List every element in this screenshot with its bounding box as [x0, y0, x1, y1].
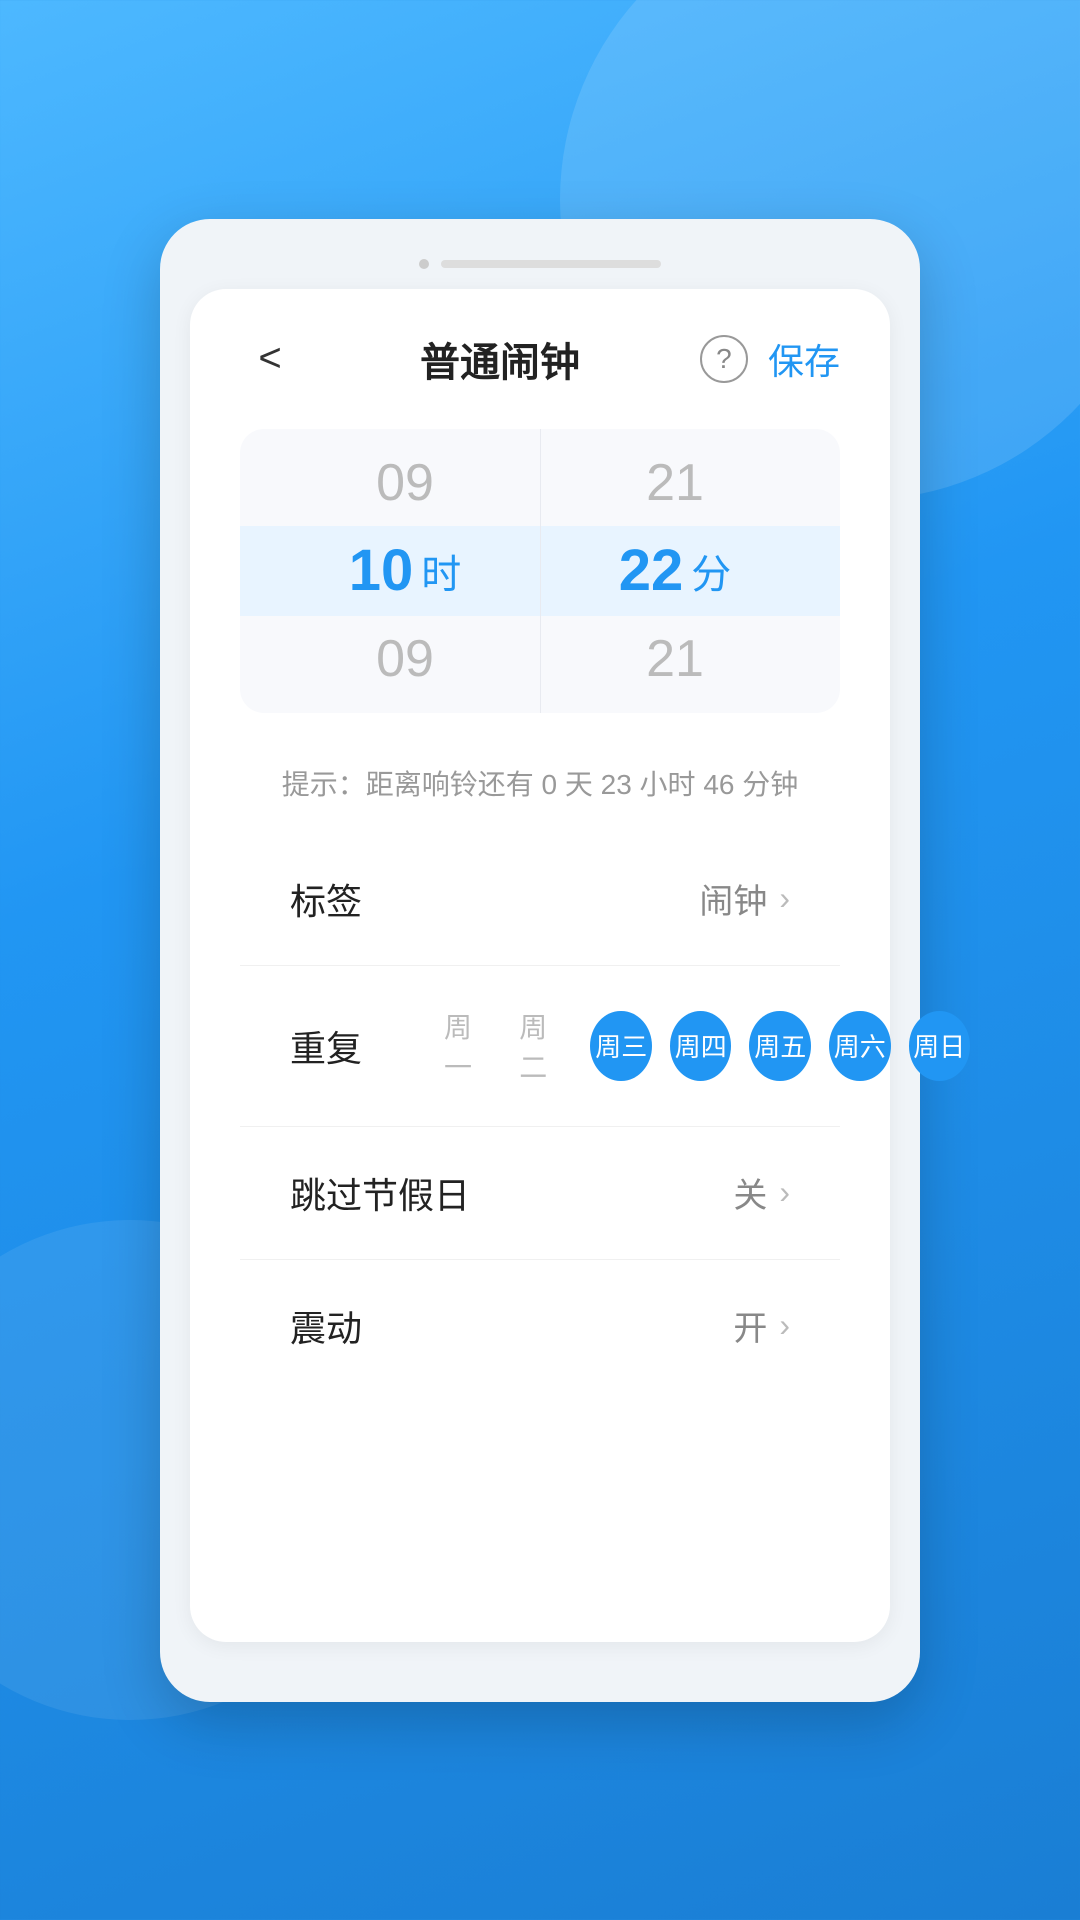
minute-above[interactable]: 21	[540, 439, 810, 527]
holiday-value: 关	[733, 1168, 767, 1217]
vibration-arrow: ›	[779, 1307, 790, 1344]
bottom-space	[240, 1392, 840, 1592]
save-button[interactable]: 保存	[768, 333, 840, 385]
hour-col: 09	[270, 439, 540, 527]
hour-selected-group: 10 时	[349, 527, 462, 615]
days-container: 周一 周二 周三 周四 周五 周六 周日	[440, 1006, 970, 1086]
day-sun[interactable]: 周日	[909, 1011, 971, 1081]
tag-arrow: ›	[779, 880, 790, 917]
hint-text: 提示：距离响铃还有 0 天 23 小时 46 分钟	[240, 743, 840, 833]
minute-below[interactable]: 21	[540, 615, 810, 703]
picker-bottom-row: 09 21	[270, 615, 810, 703]
tag-value: 闹钟	[699, 874, 767, 923]
minute-bottom-col: 21	[540, 615, 810, 703]
status-bar	[160, 249, 920, 289]
holiday-row[interactable]: 跳过节假日 关 ›	[240, 1127, 840, 1260]
day-sat[interactable]: 周六	[829, 1011, 891, 1081]
phone-card: < 普通闹钟 ? 保存 09 21 10	[160, 219, 920, 1702]
holiday-arrow: ›	[779, 1174, 790, 1211]
time-picker: 09 21 10 时 22 分	[240, 429, 840, 713]
minute-selected-col: 22 分	[540, 527, 810, 615]
minute-selected[interactable]: 22	[619, 527, 684, 615]
hour-label: 时	[421, 542, 461, 600]
repeat-row: 重复 周一 周二 周三 周四 周五 周六 周日	[240, 966, 840, 1127]
help-button[interactable]: ?	[700, 335, 748, 383]
header: < 普通闹钟 ? 保存	[240, 329, 840, 389]
holiday-value-group: 关 ›	[733, 1168, 790, 1217]
day-wed[interactable]: 周三	[590, 1011, 652, 1081]
hour-below[interactable]: 09	[270, 615, 540, 703]
day-mon[interactable]: 周一	[440, 1006, 497, 1086]
vibration-row[interactable]: 震动 开 ›	[240, 1260, 840, 1392]
hour-selected-col: 10 时	[270, 527, 540, 615]
picker-top-row: 09 21	[270, 439, 810, 527]
picker-selected-row: 10 时 22 分	[270, 527, 810, 615]
day-fri[interactable]: 周五	[749, 1011, 811, 1081]
tag-row[interactable]: 标签 闹钟 ›	[240, 833, 840, 966]
main-card: < 普通闹钟 ? 保存 09 21 10	[190, 289, 890, 1642]
tag-label: 标签	[290, 873, 362, 925]
page-title: 普通闹钟	[420, 330, 580, 388]
day-tue[interactable]: 周二	[515, 1006, 572, 1086]
header-right: ? 保存	[700, 333, 840, 385]
holiday-label: 跳过节假日	[290, 1167, 470, 1219]
day-thu[interactable]: 周四	[670, 1011, 732, 1081]
minute-label: 分	[691, 542, 731, 600]
vibration-label: 震动	[290, 1300, 362, 1352]
status-dot	[419, 259, 429, 269]
hour-selected[interactable]: 10	[349, 527, 414, 615]
vibration-value-group: 开 ›	[733, 1301, 790, 1350]
vibration-value: 开	[733, 1301, 767, 1350]
hour-above[interactable]: 09	[270, 439, 540, 527]
minute-col: 21	[540, 439, 810, 527]
hour-bottom-col: 09	[270, 615, 540, 703]
status-line	[441, 260, 661, 268]
minute-selected-group: 22 分	[619, 527, 732, 615]
tag-value-group: 闹钟 ›	[699, 874, 790, 923]
back-button[interactable]: <	[240, 329, 300, 389]
settings-section: 标签 闹钟 › 重复 周一 周二 周三 周四 周五 周六 周日	[240, 833, 840, 1392]
repeat-label: 重复	[290, 1020, 410, 1072]
